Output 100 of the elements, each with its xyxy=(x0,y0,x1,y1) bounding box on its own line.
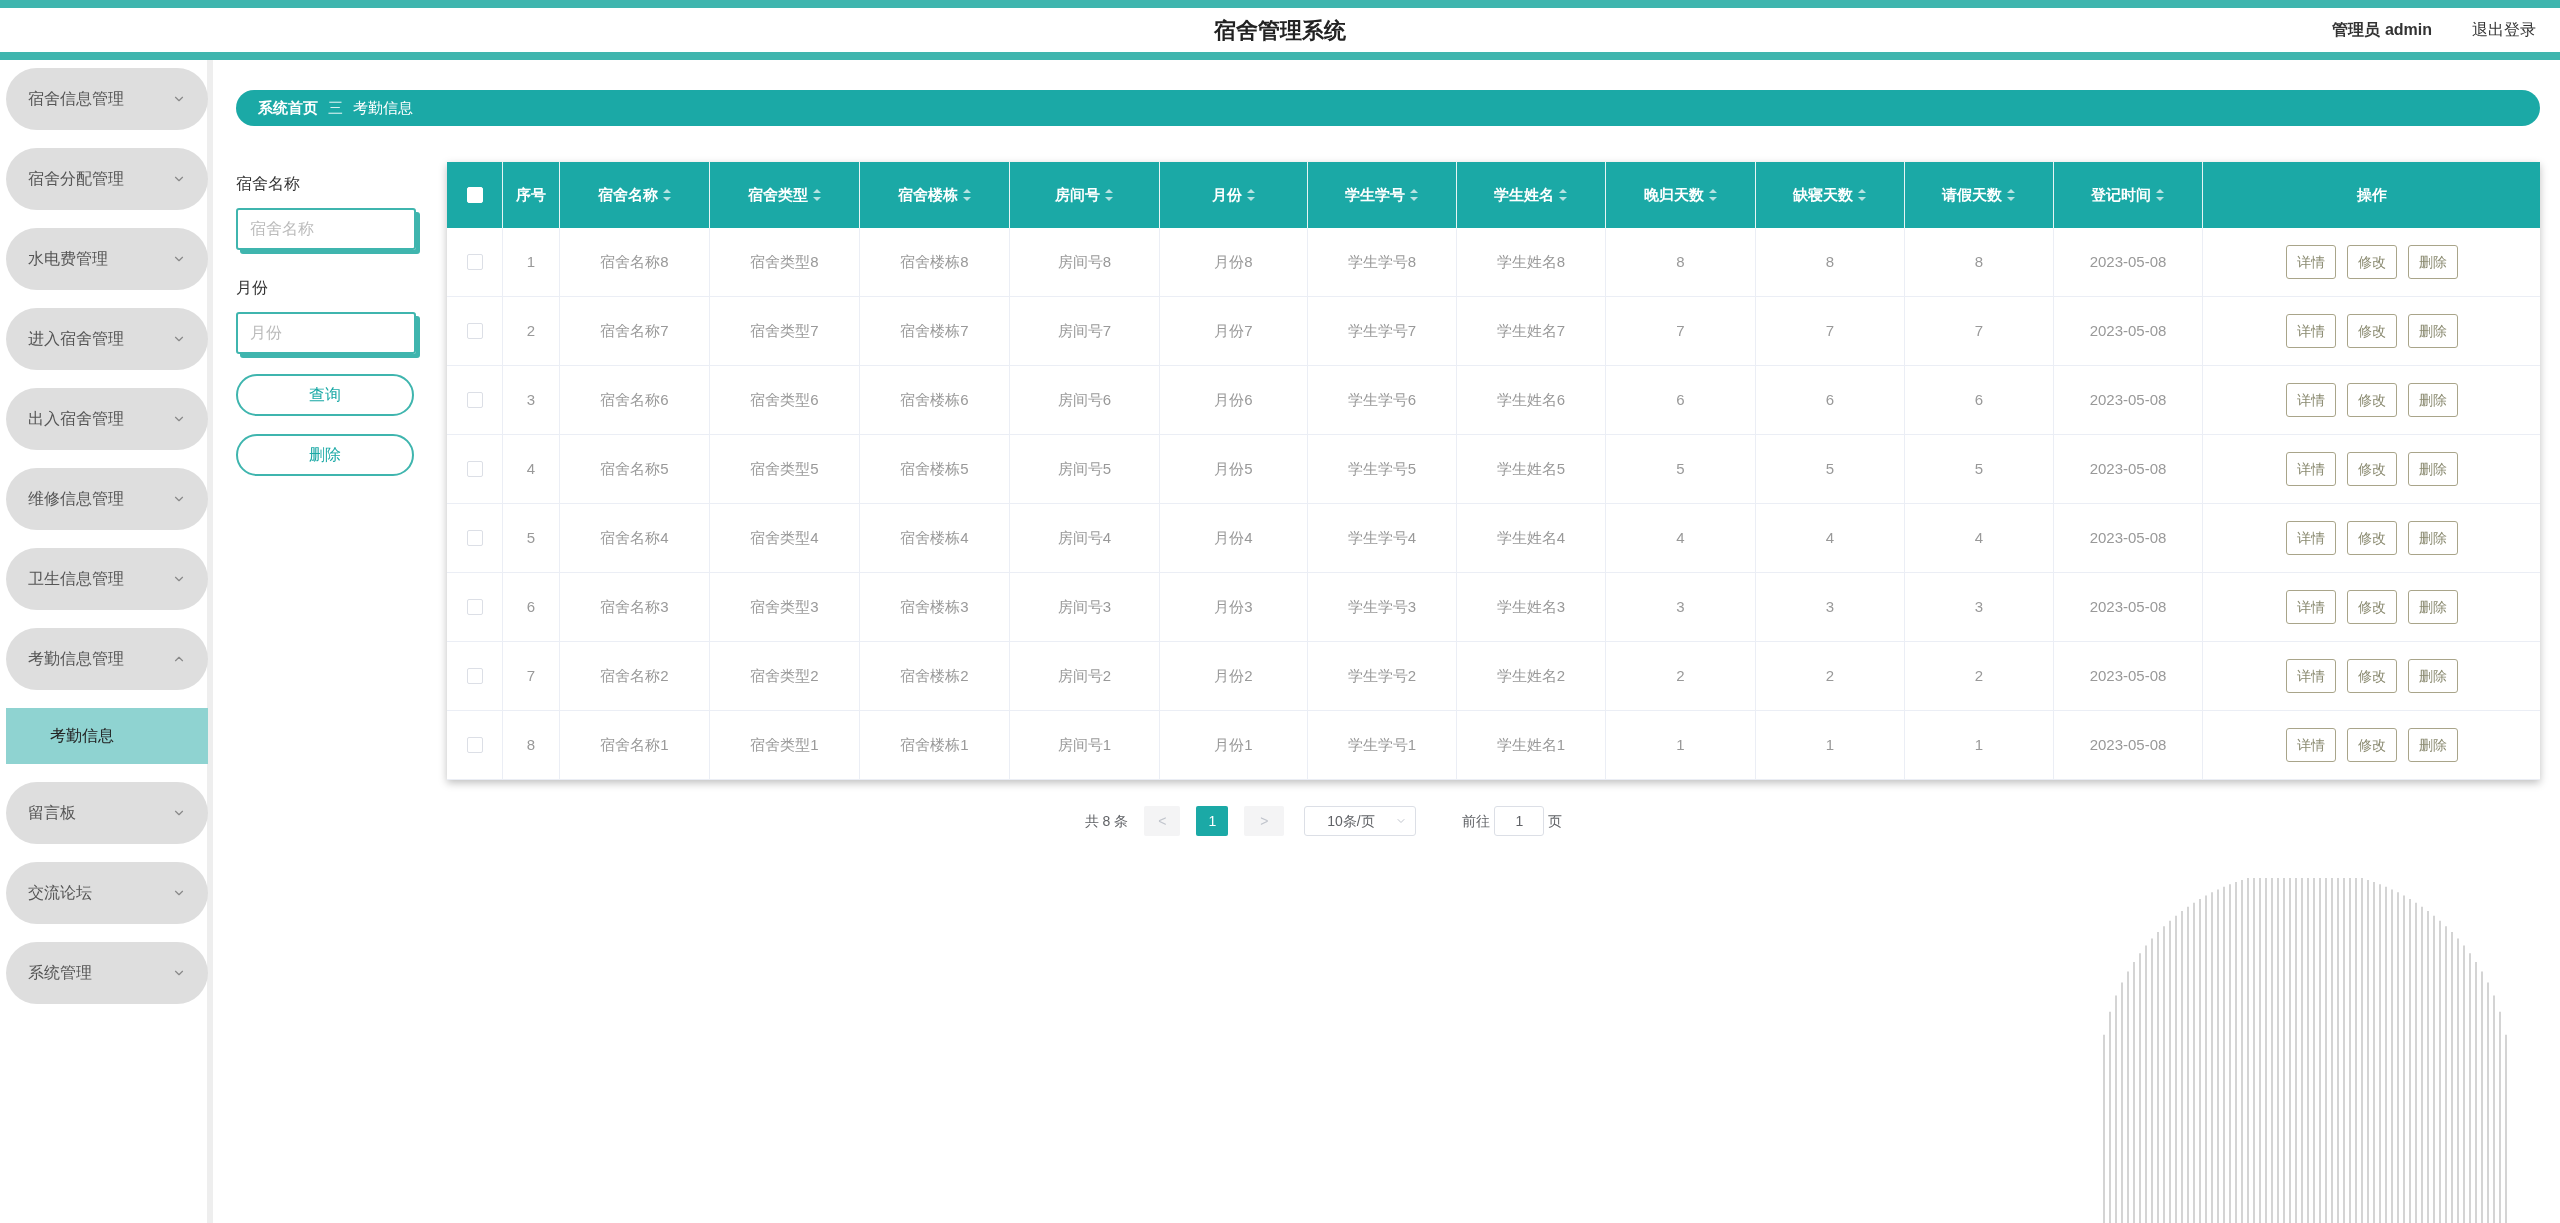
details-button[interactable]: 详情 xyxy=(2285,314,2336,348)
checkbox[interactable] xyxy=(466,599,483,615)
sort-icon[interactable] xyxy=(2006,187,2016,203)
table-cell-text: 月份6 xyxy=(1214,389,1253,410)
table-cell-text: 1 xyxy=(1676,734,1685,755)
edit-button[interactable]: 修改 xyxy=(2346,659,2397,693)
page-button[interactable]: 1 xyxy=(1196,806,1229,836)
table-cell-text: 2023-05-08 xyxy=(2089,389,2167,410)
delete-button[interactable]: 删除 xyxy=(2407,659,2458,693)
details-button[interactable]: 详情 xyxy=(2285,452,2336,486)
table-cell-text: 宿舍名称8 xyxy=(600,251,669,272)
checkbox[interactable] xyxy=(466,530,483,546)
table-cell-text: 宿舍楼栋3 xyxy=(900,596,969,617)
table-cell-text: 房间号5 xyxy=(1057,458,1112,479)
table-cell-text: 2 xyxy=(1974,665,1984,686)
delete-button[interactable]: 删除 xyxy=(236,434,414,476)
checkbox[interactable] xyxy=(466,461,483,477)
table-cell-text: 4 xyxy=(1974,527,1984,548)
table-cell-text: 学生学号5 xyxy=(1347,458,1417,479)
edit-button[interactable]: 修改 xyxy=(2346,314,2397,348)
table-cell-text: 2023-05-08 xyxy=(2089,251,2167,272)
edit-button[interactable]: 修改 xyxy=(2346,590,2397,624)
sidebar-item[interactable]: 水电费管理 xyxy=(6,228,208,290)
delete-button[interactable]: 删除 xyxy=(2407,383,2458,417)
sort-icon[interactable] xyxy=(1558,187,1568,203)
checkbox[interactable] xyxy=(466,323,483,339)
edit-button[interactable]: 修改 xyxy=(2346,245,2397,279)
sidebar-item[interactable]: 宿舍分配管理 xyxy=(6,148,208,210)
table-cell-text: 6 xyxy=(1825,389,1835,410)
page-suffix: 页 xyxy=(1548,811,1563,831)
table-cell-text: 学生学号7 xyxy=(1347,320,1417,341)
table-cell-text: 宿舍楼栋1 xyxy=(900,734,969,755)
sidebar-item[interactable]: 考勤信息管理 xyxy=(6,628,208,690)
table-cell-text: 6 xyxy=(1974,389,1984,410)
table-cell-text: 2 xyxy=(526,320,536,341)
delete-button[interactable]: 删除 xyxy=(2407,521,2458,555)
details-button[interactable]: 详情 xyxy=(2285,383,2336,417)
sidebar-item[interactable]: 出入宿舍管理 xyxy=(6,388,208,450)
logout-link[interactable]: 退出登录 xyxy=(2472,18,2536,42)
details-button[interactable]: 详情 xyxy=(2285,521,2336,555)
sort-icon[interactable] xyxy=(811,187,822,203)
table-cell-text: 房间号6 xyxy=(1057,389,1112,410)
table-cell-text: 4 xyxy=(526,458,536,479)
details-button[interactable]: 详情 xyxy=(2285,659,2336,693)
table-cell-text: 2 xyxy=(1825,665,1835,686)
sidebar-item[interactable]: 维修信息管理 xyxy=(6,468,208,530)
checkbox[interactable] xyxy=(466,254,483,270)
sort-icon[interactable] xyxy=(961,187,972,203)
edit-button[interactable]: 修改 xyxy=(2346,521,2397,555)
sidebar-item[interactable]: 交流论坛 xyxy=(6,862,208,924)
details-button[interactable]: 详情 xyxy=(2285,590,2336,624)
edit-button[interactable]: 修改 xyxy=(2346,452,2397,486)
table-cell-text: 宿舍楼栋6 xyxy=(900,389,969,410)
sidebar-item[interactable]: 进入宿舍管理 xyxy=(6,308,208,370)
table-cell-text: 学生学号6 xyxy=(1347,389,1417,410)
table-cell-text: 1 xyxy=(1825,734,1835,755)
field-label: 月份 xyxy=(236,278,269,298)
details-button[interactable]: 详情 xyxy=(2285,728,2336,762)
edit-button[interactable]: 修改 xyxy=(2346,728,2397,762)
submenu-item[interactable]: 考勤信息 xyxy=(6,708,208,764)
sort-icon[interactable] xyxy=(1245,187,1256,203)
table-cell-text: 8 xyxy=(1676,251,1685,272)
search-button[interactable]: 查询 xyxy=(236,374,414,416)
sort-icon[interactable] xyxy=(1707,187,1718,203)
breadcrumb-link[interactable]: 系统首页 xyxy=(258,96,318,120)
sidebar-item[interactable]: 系统管理 xyxy=(6,942,208,1004)
delete-button[interactable]: 删除 xyxy=(2407,728,2458,762)
sidebar-item[interactable]: 留言板 xyxy=(6,782,208,844)
column-header: 月份 xyxy=(1211,184,1242,205)
table-cell-text: 3 xyxy=(1974,596,1984,617)
edit-button[interactable]: 修改 xyxy=(2346,383,2397,417)
table-cell-text: 学生姓名1 xyxy=(1496,734,1566,755)
sort-icon[interactable] xyxy=(1409,187,1419,203)
app-title: 宿舍管理系统 xyxy=(1214,16,1346,45)
checkbox[interactable] xyxy=(466,737,483,753)
page-size-select[interactable]: 10条/页 xyxy=(1304,806,1417,836)
details-button[interactable]: 详情 xyxy=(2285,245,2336,279)
table-cell-text: 学生姓名4 xyxy=(1496,527,1566,548)
delete-button[interactable]: 删除 xyxy=(2407,452,2458,486)
sort-icon[interactable] xyxy=(2155,187,2165,203)
sort-icon[interactable] xyxy=(1857,187,1867,203)
checkbox[interactable] xyxy=(466,668,483,684)
table-cell-text: 1 xyxy=(526,251,536,272)
sort-icon[interactable] xyxy=(661,187,672,203)
sidebar-item[interactable]: 宿舍信息管理 xyxy=(6,68,208,130)
column-header: 宿舍楼栋 xyxy=(897,184,958,205)
column-header: 宿舍名称 xyxy=(597,184,658,205)
sort-icon[interactable] xyxy=(1104,187,1114,203)
delete-button[interactable]: 删除 xyxy=(2407,314,2458,348)
table-cell-text: 3 xyxy=(1825,596,1835,617)
delete-button[interactable]: 删除 xyxy=(2407,245,2458,279)
sidebar-item[interactable]: 卫生信息管理 xyxy=(6,548,208,610)
table-cell-text: 学生学号1 xyxy=(1347,734,1417,755)
table-cell-text: 2023-05-08 xyxy=(2089,527,2167,548)
delete-button[interactable]: 删除 xyxy=(2407,590,2458,624)
page-input[interactable]: 1 xyxy=(1494,806,1545,836)
table-cell-text: 学生学号8 xyxy=(1347,251,1417,272)
table-cell-text: 5 xyxy=(1825,458,1835,479)
checkbox[interactable] xyxy=(466,392,483,408)
table-cell-text: 宿舍类型1 xyxy=(750,734,819,755)
